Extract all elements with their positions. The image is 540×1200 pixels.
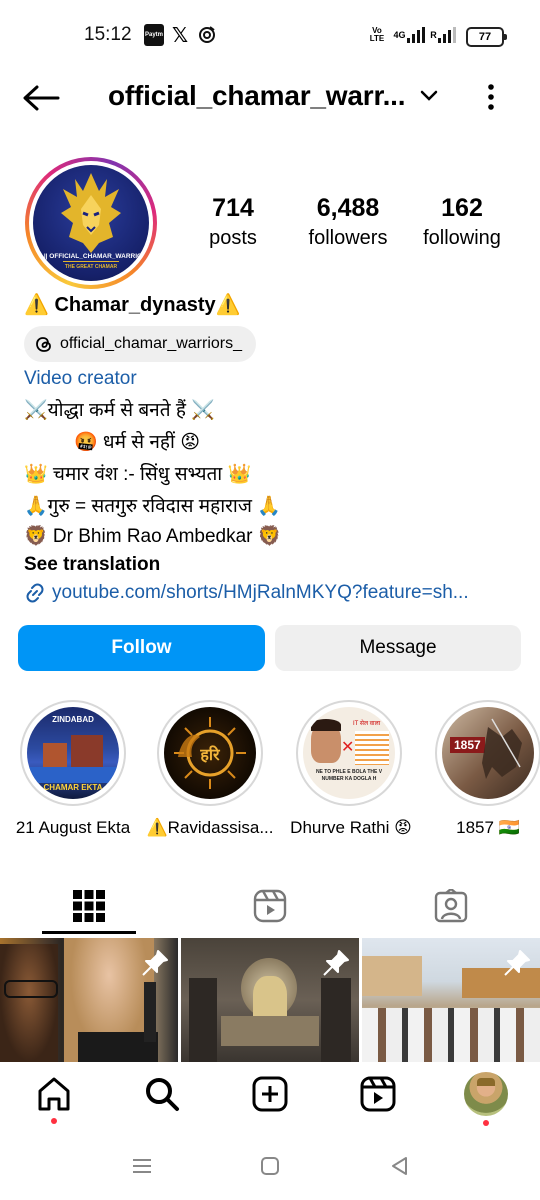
post-thumbnail[interactable] xyxy=(0,938,178,1062)
threads-icon xyxy=(36,337,51,352)
home-system-icon[interactable] xyxy=(260,1156,280,1176)
profile-link-text: youtube.com/shorts/HMjRalnMKYQ?feature=s… xyxy=(52,582,469,603)
active-tab-indicator xyxy=(42,931,136,934)
plus-square-icon xyxy=(252,1076,288,1112)
highlight-label: 1857 🇮🇳 xyxy=(456,818,520,837)
tab-tagged[interactable] xyxy=(404,878,498,934)
link-icon xyxy=(26,583,44,603)
clock: 15:12 xyxy=(84,24,132,45)
chevron-down-icon[interactable] xyxy=(418,88,442,108)
nav-search[interactable] xyxy=(140,1072,184,1116)
pin-icon xyxy=(323,950,349,976)
profile-username[interactable]: official_chamar_warr... xyxy=(108,80,406,112)
nav-create[interactable] xyxy=(248,1072,292,1116)
notification-dot xyxy=(51,1118,57,1124)
following-label: following xyxy=(423,227,501,249)
sync-icon xyxy=(196,24,218,46)
signal-r-icon: R xyxy=(428,24,458,46)
search-icon xyxy=(146,1078,179,1111)
highlight-thumb-caption: CHAMAR EKTA xyxy=(43,783,103,792)
kebab-menu-icon xyxy=(488,84,494,110)
profile-link[interactable]: youtube.com/shorts/HMjRalnMKYQ?feature=s… xyxy=(24,582,469,604)
bio-line: 🙏गुरु = सतगुरु रविदास महाराज 🙏 xyxy=(24,496,281,517)
highlight-ravidassia[interactable]: हरि xyxy=(157,700,263,806)
grid-icon xyxy=(73,890,105,922)
home-icon xyxy=(38,1077,70,1111)
profile-category: Video creator xyxy=(24,368,137,389)
threads-handle: official_chamar_warriors_ xyxy=(60,335,242,352)
posts-count: 714 xyxy=(212,194,254,222)
post-thumbnail[interactable] xyxy=(362,938,540,1062)
tab-reels[interactable] xyxy=(223,878,317,934)
bio-line: 🤬 धर्म से नहीं 😡 xyxy=(74,432,201,453)
highlight-thumb-text: ZINDABAD xyxy=(52,715,94,724)
tab-grid[interactable] xyxy=(42,878,136,934)
see-translation-link[interactable]: See translation xyxy=(24,554,160,576)
followers-count: 6,488 xyxy=(316,194,380,222)
notification-dot xyxy=(483,1120,489,1126)
followers-label: followers xyxy=(308,227,388,249)
volte-icon: Vo LTE xyxy=(369,26,385,43)
reels-icon xyxy=(253,889,287,923)
battery-indicator: 77 xyxy=(466,27,507,47)
back-system-icon[interactable] xyxy=(390,1156,410,1176)
reels-icon xyxy=(360,1076,396,1112)
more-options-button[interactable] xyxy=(480,82,502,114)
tagged-icon xyxy=(434,889,468,923)
nav-home[interactable] xyxy=(32,1072,76,1116)
profile-avatar[interactable]: IG || OFFICIAL_CHAMAR_WARRIOR THE GREAT … xyxy=(33,165,149,281)
highlight-label: Dhurve Rathi 😡 xyxy=(290,818,412,837)
following-stat[interactable]: 162 following xyxy=(407,194,517,250)
highlight-label: ⚠️Ravidassisa... xyxy=(146,818,274,837)
following-count: 162 xyxy=(441,194,483,222)
signal-4g-icon: 4G xyxy=(392,24,426,46)
follow-button[interactable]: Follow xyxy=(18,625,265,671)
back-arrow-icon xyxy=(23,85,60,111)
nav-reels[interactable] xyxy=(356,1072,400,1116)
x-icon: 𝕏 xyxy=(171,24,189,47)
display-name: ⚠️ Chamar_dynasty⚠️ xyxy=(24,294,241,316)
highlight-dhurve[interactable]: ✕ IT सेल वाला NE TO PHLE E BOLA THE V NU… xyxy=(296,700,402,806)
posts-stat[interactable]: 714 posts xyxy=(178,194,288,250)
highlight-thumb-text: हरि xyxy=(200,747,220,764)
threads-badge[interactable]: official_chamar_warriors_ xyxy=(24,326,256,362)
message-button[interactable]: Message xyxy=(275,625,521,671)
bio-line: 👑 चमार वंश :- सिंधु सभ्यता 👑 xyxy=(24,464,252,485)
bio-line: ⚔️योद्धा कर्म से बनते हैं ⚔️ xyxy=(24,400,215,421)
followers-stat[interactable]: 6,488 followers xyxy=(293,194,403,250)
nav-profile-avatar[interactable] xyxy=(464,1072,508,1116)
paytm-icon: Paytm xyxy=(144,24,164,46)
highlight-thumb-text: IT सेल वाला xyxy=(353,721,381,727)
recents-icon[interactable] xyxy=(132,1156,152,1176)
highlight-label: 21 August Ekta xyxy=(15,818,131,837)
pin-icon xyxy=(142,950,168,976)
back-button[interactable] xyxy=(22,80,62,116)
status-bar: 15:12 Paytm 𝕏 Vo LTE 4G R 77 xyxy=(0,0,540,72)
highlight-ekta[interactable]: ZINDABAD CHAMAR EKTA xyxy=(20,700,126,806)
avatar-subcaption: THE GREAT CHAMAR xyxy=(64,264,118,270)
post-thumbnail[interactable] xyxy=(181,938,359,1062)
posts-label: posts xyxy=(209,227,257,249)
pin-icon xyxy=(504,950,530,976)
highlight-1857[interactable]: 1857 xyxy=(435,700,540,806)
avatar-caption: IG || OFFICIAL_CHAMAR_WARRIOR xyxy=(35,253,147,260)
highlight-thumb-caption: NE TO PHLE E BOLA THE V NUMBER KA DOGLA … xyxy=(315,769,383,782)
bio-line: 🦁 Dr Bhim Rao Ambedkar 🦁 xyxy=(24,526,282,547)
